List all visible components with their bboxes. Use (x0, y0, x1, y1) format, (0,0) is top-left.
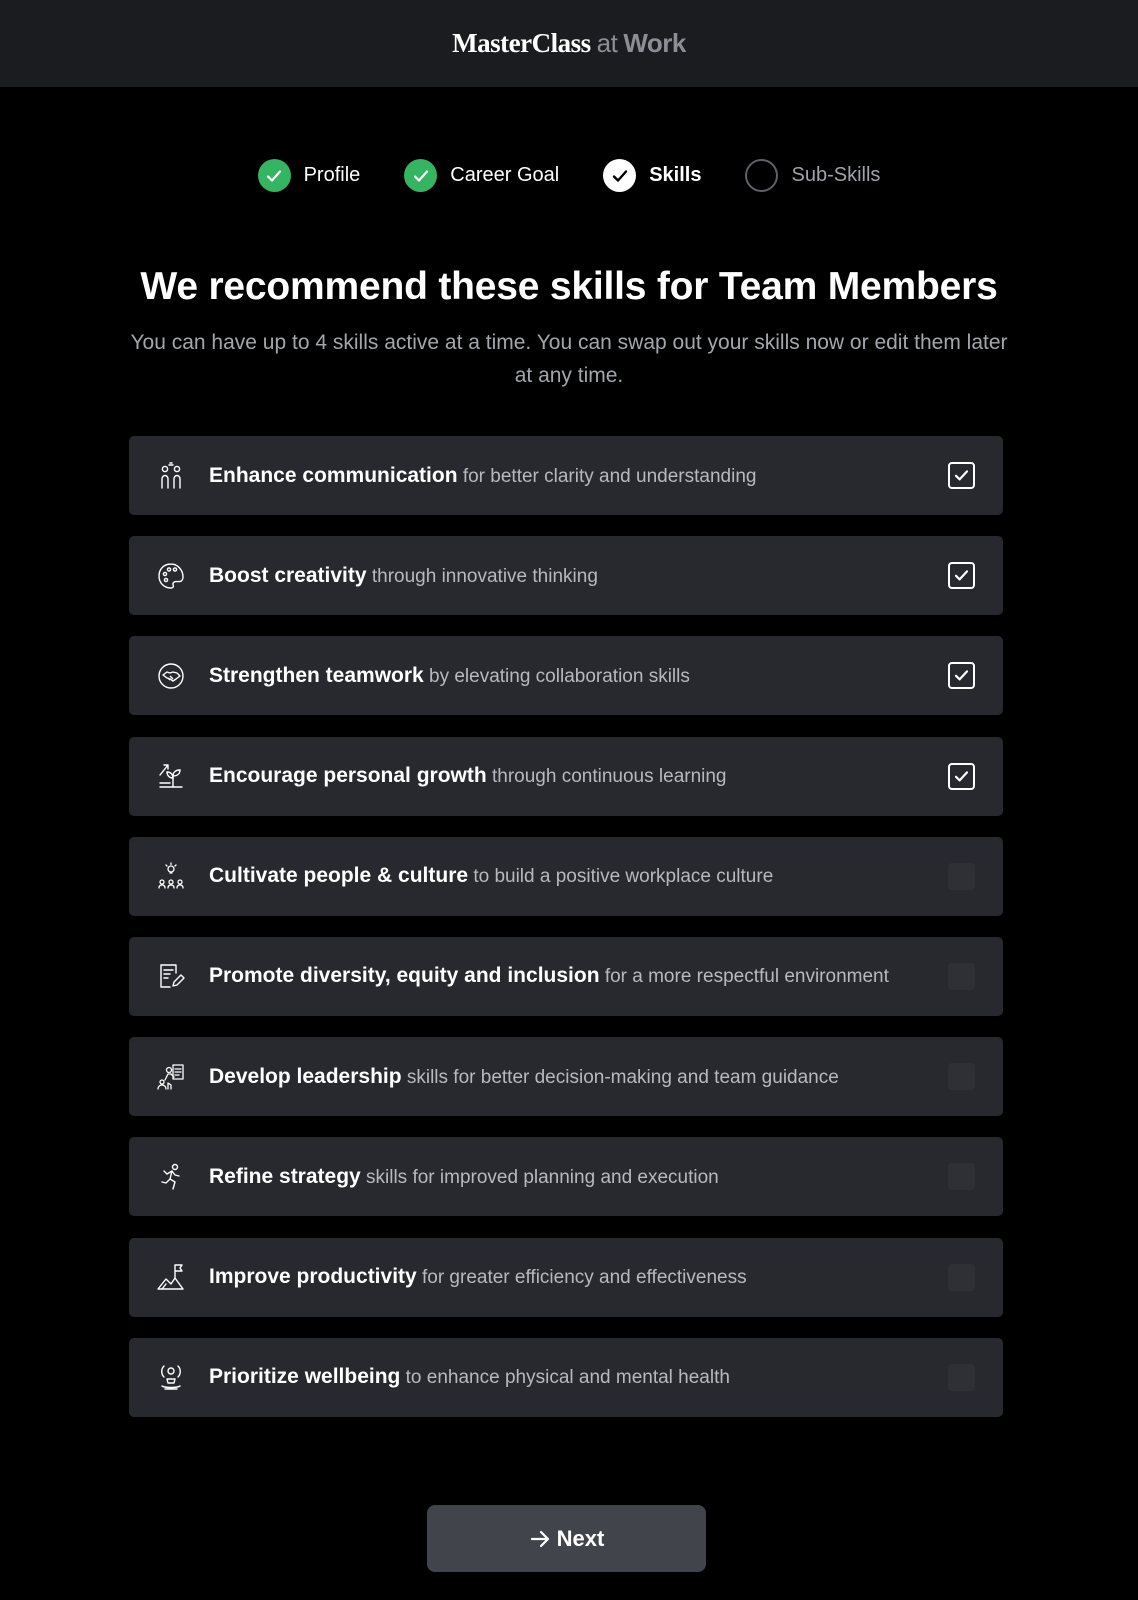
skill-row[interactable]: Prioritize wellbeing to enhance physical… (129, 1337, 1003, 1417)
running-person-icon (156, 1162, 186, 1192)
page-title: We recommend these skills for Team Membe… (140, 265, 998, 308)
logo-brand: MasterClass (452, 28, 591, 58)
check-circle-icon (603, 159, 637, 192)
step-profile: Profile (257, 159, 361, 192)
skill-title: Cultivate people & culture (209, 864, 469, 888)
skill-text: Enhance communication for better clarity… (209, 464, 948, 488)
skill-title: Enhance communication (209, 463, 458, 487)
next-button[interactable]: Next (427, 1505, 706, 1572)
skill-text: Refine strategy skills for improved plan… (209, 1165, 948, 1189)
skill-title: Improve productivity (209, 1265, 417, 1288)
skill-checkbox[interactable] (948, 1363, 975, 1391)
skill-text: Boost creativity through innovative thin… (209, 564, 948, 588)
meditation-icon (156, 1362, 186, 1392)
skill-title: Refine strategy (209, 1164, 361, 1188)
skill-row[interactable]: Encourage personal growth through contin… (129, 736, 1003, 816)
skill-description: for greater efficiency and effectiveness (421, 1267, 747, 1288)
skill-checkbox[interactable] (948, 562, 975, 590)
empty-circle-icon (745, 159, 779, 192)
skill-title: Develop leadership (209, 1064, 402, 1088)
skill-title: Boost creativity (209, 563, 367, 587)
skill-text: Strengthen teamwork by elevating collabo… (209, 664, 948, 688)
skill-row[interactable]: Strengthen teamwork by elevating collabo… (129, 636, 1003, 716)
logo-work: Work (623, 28, 686, 58)
skill-title: Promote diversity, equity and inclusion (209, 964, 600, 988)
arrow-right-icon (529, 1528, 551, 1550)
step-label: Profile (303, 164, 361, 186)
step-skills: Skills (603, 159, 701, 192)
skill-text: Prioritize wellbeing to enhance physical… (209, 1365, 948, 1389)
skill-description: to build a positive workplace culture (473, 866, 774, 888)
step-sub-skills: Sub-Skills (745, 159, 880, 192)
document-pen-icon (156, 961, 186, 991)
skill-description: to enhance physical and mental health (405, 1367, 730, 1389)
masterclass-logo[interactable]: MasterClass at Work (452, 28, 686, 59)
skill-description: skills for improved planning and executi… (366, 1166, 719, 1188)
skill-title: Strengthen teamwork (209, 663, 424, 687)
skill-checkbox[interactable] (948, 862, 975, 890)
plant-growth-icon (156, 761, 186, 791)
skill-text: Improve productivity for greater efficie… (209, 1265, 948, 1289)
skill-description: for a more respectful environment (604, 966, 889, 988)
skill-description: through continuous learning (492, 766, 727, 788)
skill-text: Encourage personal growth through contin… (209, 764, 948, 788)
check-circle-icon (257, 159, 291, 192)
page-subtitle: You can have up to 4 skills active at a … (130, 331, 1008, 387)
step-label: Career Goal (450, 164, 560, 186)
skill-checkbox[interactable] (948, 462, 975, 489)
mountain-flag-icon (156, 1262, 186, 1292)
skill-row[interactable]: Enhance communication for better clarity… (129, 436, 1003, 515)
communication-icon (156, 461, 186, 491)
check-circle-icon (404, 159, 438, 192)
skill-row[interactable]: Promote diversity, equity and inclusion … (129, 936, 1003, 1016)
logo-at: at (596, 28, 618, 58)
skill-title: Encourage personal growth (209, 764, 487, 788)
skill-checkbox[interactable] (948, 662, 975, 690)
skill-text: Cultivate people & culture to build a po… (209, 864, 948, 888)
skill-list: Enhance communication for better clarity… (129, 436, 1003, 1438)
skill-checkbox[interactable] (948, 962, 975, 990)
skill-title: Prioritize wellbeing (209, 1365, 401, 1389)
skill-checkbox[interactable] (948, 1163, 975, 1191)
step-label: Skills (649, 164, 702, 186)
skill-description: skills for better decision-making and te… (406, 1066, 839, 1088)
skill-row[interactable]: Cultivate people & culture to build a po… (129, 836, 1003, 916)
next-label: Next (556, 1525, 605, 1551)
skill-text: Develop leadership skills for better dec… (209, 1065, 948, 1089)
skill-row[interactable]: Boost creativity through innovative thin… (129, 536, 1003, 616)
leader-presentation-icon (156, 1062, 186, 1092)
palette-icon (156, 561, 186, 591)
skill-description: by elevating collaboration skills (429, 665, 690, 687)
progress-stepper: Profile Career Goal Skills Sub-Skills (0, 159, 1138, 192)
skill-row[interactable]: Refine strategy skills for improved plan… (129, 1137, 1003, 1217)
skill-checkbox[interactable] (948, 1263, 975, 1291)
handshake-icon (156, 661, 186, 691)
people-idea-icon (156, 861, 186, 891)
top-bar: MasterClass at Work (0, 0, 1138, 87)
skill-text: Promote diversity, equity and inclusion … (209, 964, 948, 988)
skill-checkbox[interactable] (948, 762, 975, 790)
skill-checkbox[interactable] (948, 1063, 975, 1091)
skill-row[interactable]: Develop leadership skills for better dec… (129, 1037, 1003, 1117)
skill-description: through innovative thinking (371, 565, 598, 587)
step-label: Sub-Skills (791, 164, 881, 186)
step-career-goal: Career Goal (404, 159, 559, 192)
skill-description: for better clarity and understanding (462, 465, 757, 487)
skill-row[interactable]: Improve productivity for greater efficie… (129, 1237, 1003, 1317)
